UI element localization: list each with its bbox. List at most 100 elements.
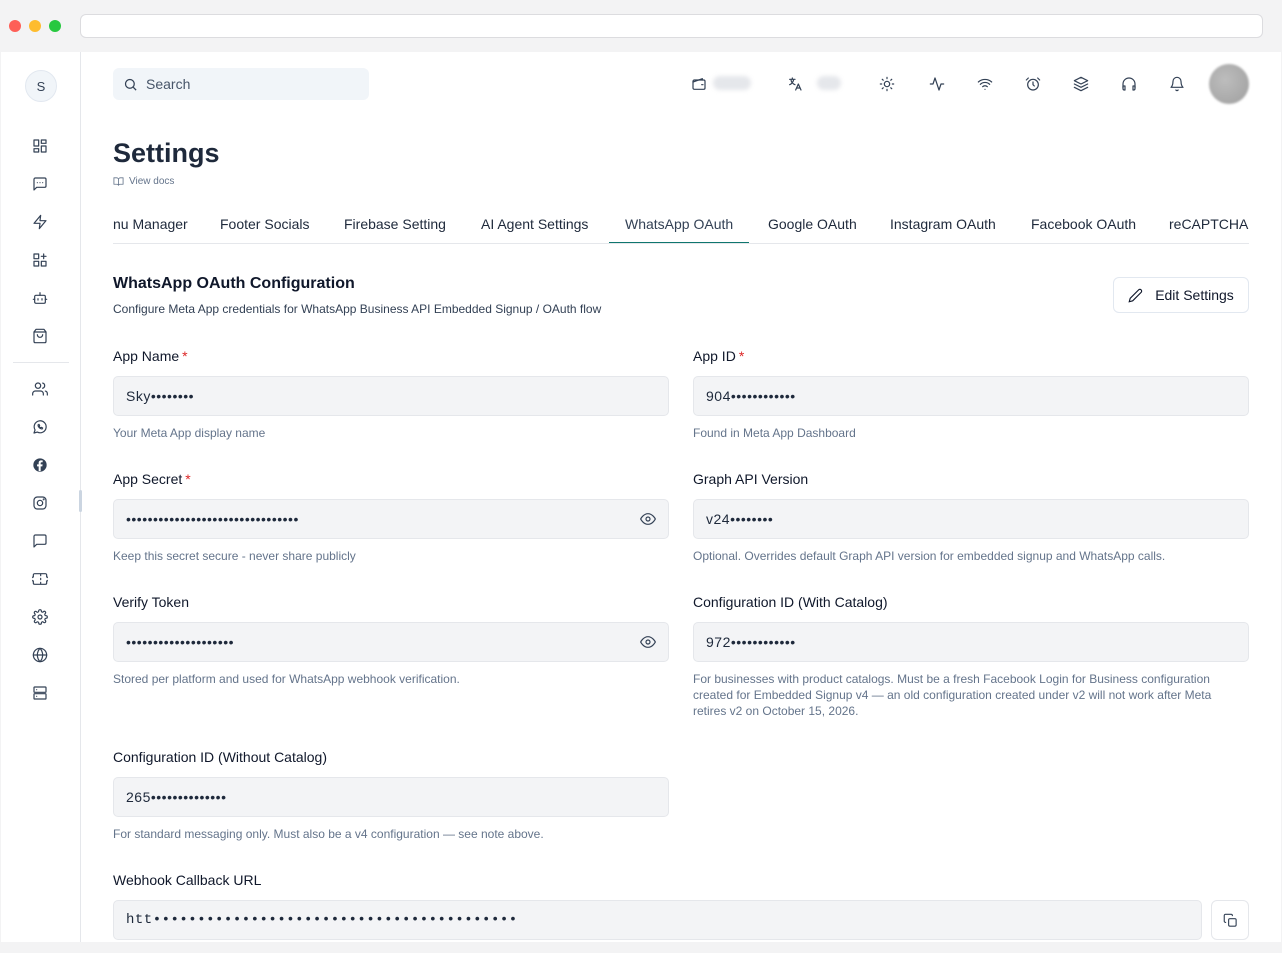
workspace-avatar[interactable]: S [25, 70, 57, 102]
server-icon[interactable] [31, 684, 49, 702]
message-square-icon[interactable] [31, 175, 49, 193]
webhook-callback-url-field[interactable]: htt•••••••••••••••••••••••••••••••••••••… [113, 900, 1202, 940]
required-marker: * [738, 348, 745, 364]
copy-icon [1223, 913, 1237, 927]
tab-whatsapp-oauth[interactable]: WhatsApp OAuth [609, 206, 750, 243]
page-title: Settings [113, 138, 220, 168]
required-marker: * [182, 348, 188, 364]
app-name-field[interactable]: Sky•••••••• [113, 376, 669, 416]
settings-tabs: nu Manager Footer Socials Firebase Setti… [113, 206, 1249, 244]
eye-icon[interactable] [639, 634, 658, 652]
alarm-clock-icon[interactable] [1024, 75, 1042, 93]
sidebar-divider [13, 362, 69, 363]
address-bar[interactable] [80, 14, 1263, 38]
app-name-help: Your Meta App display name [113, 426, 266, 440]
zap-icon[interactable] [31, 213, 49, 231]
search-input[interactable] [146, 76, 346, 92]
tab-footer-socials[interactable]: Footer Socials [204, 206, 325, 243]
config-id-with-catalog-value: 972•••••••••••• [706, 634, 796, 650]
tab-menu-manager[interactable]: nu Manager [113, 206, 204, 243]
app-container: S Search Settings View docs nu Manager F… [1, 52, 1281, 942]
wallet-balance-redacted [713, 76, 751, 90]
view-docs-label: View docs [129, 176, 175, 187]
wallet-icon[interactable] [690, 75, 708, 93]
edit-settings-label: Edit Settings [1155, 287, 1234, 303]
config-id-without-catalog-help: For standard messaging only. Must also b… [113, 827, 544, 841]
title-bar [0, 0, 1282, 52]
graph-api-version-help: Optional. Overrides default Graph API ve… [693, 549, 1166, 563]
apps-add-icon[interactable] [31, 251, 49, 269]
config-id-with-catalog-field[interactable]: 972•••••••••••• [693, 622, 1249, 662]
section-title: WhatsApp OAuth Configuration [113, 275, 355, 292]
users-icon[interactable] [31, 380, 49, 398]
verify-token-help: Stored per platform and used for WhatsAp… [113, 672, 460, 686]
app-secret-label: App Secret * [113, 471, 191, 487]
verify-token-label: Verify Token [113, 594, 190, 610]
section-description: Configure Meta App credentials for Whats… [113, 302, 602, 316]
translate-icon[interactable] [786, 75, 804, 93]
app-id-value: 904•••••••••••• [706, 388, 796, 404]
view-docs-link[interactable]: View docs [113, 176, 174, 187]
user-avatar[interactable] [1209, 64, 1249, 104]
copy-button[interactable] [1211, 900, 1249, 940]
shopping-bag-icon[interactable] [31, 327, 49, 345]
language-redacted [817, 76, 841, 90]
sidebar: S [1, 52, 82, 942]
facebook-icon[interactable] [31, 456, 49, 474]
webhook-callback-url-value: htt•••••••••••••••••••••••••••••••••••••… [126, 912, 518, 928]
app-name-label-text: App Name [113, 348, 180, 364]
tab-google-oauth[interactable]: Google OAuth [752, 206, 873, 243]
verify-token-value: •••••••••••••••••••• [126, 634, 235, 650]
instagram-icon[interactable] [31, 494, 49, 512]
app-id-label: App ID * [693, 348, 744, 364]
tab-instagram-oauth[interactable]: Instagram OAuth [874, 206, 1012, 243]
browser-window: S Search Settings View docs nu Manager F… [0, 0, 1282, 953]
config-id-with-catalog-help: For businesses with product catalogs. Mu… [693, 672, 1212, 718]
activity-icon[interactable] [928, 75, 946, 93]
app-secret-label-text: App Secret [113, 471, 183, 487]
tab-firebase-setting[interactable]: Firebase Setting [328, 206, 462, 243]
ticket-icon[interactable] [31, 570, 49, 588]
edit-settings-button[interactable]: Edit Settings [1113, 277, 1249, 313]
app-secret-help: Keep this secret secure - never share pu… [113, 549, 356, 563]
chat-bubble-icon[interactable] [31, 532, 49, 550]
wifi-icon[interactable] [976, 75, 994, 93]
config-id-with-catalog-label: Configuration ID (With Catalog) [693, 594, 888, 610]
sun-icon[interactable] [878, 75, 896, 93]
config-id-without-catalog-value: 265•••••••••••••• [126, 789, 227, 805]
app-name-label: App Name * [113, 348, 188, 364]
maximize-window-button[interactable] [49, 20, 61, 32]
app-id-help: Found in Meta App Dashboard [693, 426, 856, 440]
tab-recaptcha[interactable]: reCAPTCHA [1153, 206, 1249, 243]
config-id-without-catalog-label: Configuration ID (Without Catalog) [113, 749, 327, 765]
eye-icon[interactable] [639, 511, 658, 529]
search-icon [124, 78, 137, 91]
close-window-button[interactable] [9, 20, 21, 32]
tab-ai-agent-settings[interactable]: AI Agent Settings [465, 206, 604, 243]
layers-icon[interactable] [1072, 75, 1090, 93]
globe-icon[interactable] [31, 646, 49, 664]
app-id-field[interactable]: 904•••••••••••• [693, 376, 1249, 416]
search-box[interactable] [113, 68, 369, 100]
graph-api-version-value: v24•••••••• [706, 511, 774, 527]
tab-facebook-oauth[interactable]: Facebook OAuth [1015, 206, 1152, 243]
verify-token-field[interactable]: •••••••••••••••••••• [113, 622, 669, 662]
required-marker: * [185, 471, 191, 487]
whatsapp-icon[interactable] [31, 418, 49, 436]
sidebar-scroll-indicator[interactable] [79, 490, 82, 512]
graph-api-version-field[interactable]: v24•••••••• [693, 499, 1249, 539]
app-secret-value: •••••••••••••••••••••••••••••••• [126, 511, 299, 527]
bell-icon[interactable] [1168, 75, 1186, 93]
window-bottom-edge [0, 942, 1282, 953]
webhook-callback-url-label: Webhook Callback URL [113, 872, 262, 888]
config-id-without-catalog-field[interactable]: 265•••••••••••••• [113, 777, 669, 817]
app-id-label-text: App ID [693, 348, 736, 364]
graph-api-version-label: Graph API Version [693, 471, 809, 487]
settings-gear-icon[interactable] [31, 608, 49, 626]
app-name-value: Sky•••••••• [126, 388, 195, 404]
app-secret-field[interactable]: •••••••••••••••••••••••••••••••• [113, 499, 669, 539]
bot-icon[interactable] [31, 289, 49, 307]
minimize-window-button[interactable] [29, 20, 41, 32]
dashboard-icon[interactable] [31, 137, 49, 155]
headphones-icon[interactable] [1120, 75, 1138, 93]
